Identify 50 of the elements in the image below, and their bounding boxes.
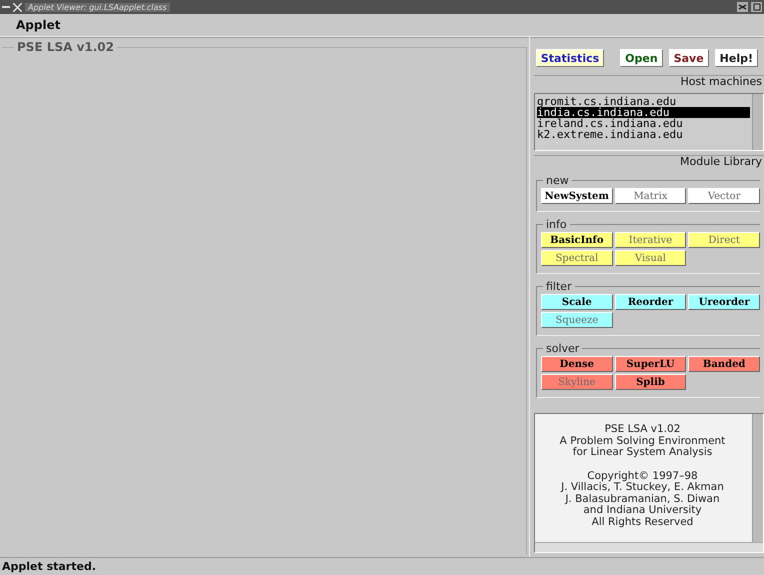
module-button[interactable]: Matrix [614,188,686,204]
section-title: Host machines [680,75,762,88]
module-button[interactable]: Direct [688,232,760,248]
module-button[interactable]: Reorder [614,294,686,310]
group-label: filter [545,280,573,293]
move-icon[interactable] [13,2,22,12]
window-title: Applet Viewer: gui.LSAapplet.class [25,2,170,12]
window-menu-icon[interactable] [2,3,10,11]
toolbar-button[interactable]: Help! [714,49,758,67]
menu-item[interactable]: Applet [16,18,60,32]
group-label: info [545,218,568,231]
module-button[interactable]: BasicInfo [541,232,613,248]
toolbar-button[interactable]: Open [620,49,663,67]
host-item[interactable]: gromit.cs.indiana.edu [537,96,750,107]
scrollbar[interactable] [752,414,763,542]
module-button[interactable]: Dense [541,356,613,372]
host-list[interactable]: gromit.cs.indiana.edu india.cs.indiana.edu ireland.cs.indiana.edu k2.extreme.indiana.edu [534,93,764,151]
about-text: for Linear System Analysis [572,447,714,458]
iconify-icon[interactable] [737,2,748,12]
group-label: solver [545,342,580,355]
host-item[interactable]: india.cs.indiana.edu [537,107,750,118]
host-item[interactable]: k2.extreme.indiana.edu [537,129,750,140]
toolbar-button[interactable]: Save [668,49,709,67]
about-text: Copyright© 1997–98 [587,470,699,482]
module-button[interactable]: Spectral [541,250,613,266]
about-text: J. Balasubramanian, S. Diwan [564,494,721,505]
module-button[interactable]: Vector [688,188,760,204]
module-button[interactable]: SuperLU [614,356,686,372]
maximize-icon[interactable] [751,2,762,12]
about-text: and Indiana University [582,505,703,516]
module-button[interactable]: Squeeze [541,312,613,328]
module-button[interactable]: Banded [688,356,760,372]
about-text: J. Villacis, T. Stuckey, E. Akman [560,482,725,494]
module-button[interactable]: Ureorder [688,294,760,310]
about-text: All Rights Reserved [590,516,694,528]
module-button[interactable]: Splib [614,374,686,390]
module-button[interactable]: Visual [614,250,686,266]
about-text: PSE LSA v1.02 [604,424,682,436]
status-text: Applet started. [2,560,96,573]
module-button[interactable]: NewSystem [541,188,613,204]
module-button[interactable]: Scale [541,294,613,310]
module-button[interactable]: Iterative [614,232,686,248]
workspace-title: PSE LSA v1.02 [16,40,115,54]
scrollbar[interactable] [535,542,763,552]
about-text: A Problem Solving Environment [558,436,726,446]
group-label: new [545,174,570,187]
section-title: Module Library [680,155,762,168]
toolbar-button[interactable]: Statistics [536,49,604,67]
host-item[interactable]: ireland.cs.indiana.edu [537,118,750,129]
scrollbar[interactable] [752,94,763,150]
